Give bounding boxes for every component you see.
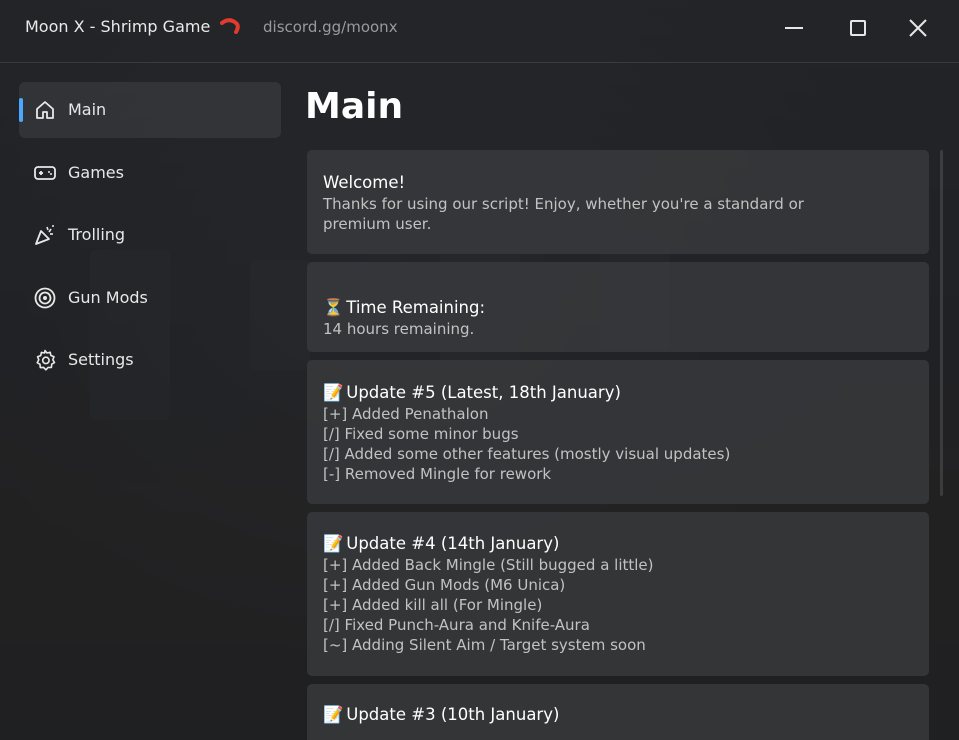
card-line: [+] Added Back Mingle (Still bugged a li…: [323, 556, 654, 574]
title-bar[interactable]: Moon X - Shrimp Game discord.gg/moonx: [0, 0, 959, 58]
sidebar-item-games[interactable]: Games: [19, 145, 281, 201]
card-line: [/] Added some other features (mostly vi…: [323, 445, 731, 463]
welcome-card: Welcome! Thanks for using our script! En…: [307, 150, 929, 254]
card-line: 14 hours remaining.: [323, 320, 475, 338]
update-card: 📝 Update #3 (10th January): [307, 684, 929, 740]
card-line: Thanks for using our script! Enjoy, whet…: [323, 195, 804, 213]
card-title-text: Update #4 (14th January): [346, 534, 560, 553]
window-title: Moon X - Shrimp Game: [25, 17, 240, 36]
sidebar-item-label: Gun Mods: [68, 287, 148, 307]
card-line: [-] Removed Mingle for rework: [323, 465, 552, 483]
gamepad-icon: [33, 161, 57, 185]
shrimp-icon: [214, 17, 240, 36]
card-title: 📝 Update #3 (10th January): [323, 704, 913, 726]
gear-icon: [33, 348, 57, 372]
discord-link[interactable]: discord.gg/moonx: [263, 18, 398, 36]
card-title: 📝 Update #4 (14th January): [323, 533, 913, 555]
card-line: [+] Added Penathalon: [323, 405, 489, 423]
party-popper-icon: [33, 223, 57, 247]
script-window: Moon X - Shrimp Game discord.gg/moonx Ma…: [0, 0, 959, 740]
minimize-icon: [785, 27, 803, 29]
content-scrollbar[interactable]: [940, 150, 943, 496]
update-card: 📝 Update #4 (14th January) [+] Added Bac…: [307, 512, 929, 676]
sidebar-item-trolling[interactable]: Trolling: [19, 207, 281, 263]
card-line: [+] Added kill all (For Mingle): [323, 596, 543, 614]
close-icon: [909, 19, 927, 37]
time-remaining-card: ⏳ Time Remaining: 14 hours remaining.: [307, 262, 929, 352]
sidebar-item-main[interactable]: Main: [19, 82, 281, 138]
sidebar-item-label: Settings: [68, 350, 134, 369]
card-title-text: Update #3 (10th January): [346, 705, 560, 724]
card-line: [/] Fixed Punch-Aura and Knife-Aura: [323, 616, 590, 634]
minimize-button[interactable]: [780, 14, 808, 42]
memo-icon: 📝: [323, 383, 344, 402]
page-title: Main: [305, 86, 404, 127]
memo-icon: 📝: [323, 534, 344, 553]
main-content[interactable]: Welcome! Thanks for using our script! En…: [307, 150, 929, 740]
card-line: [/] Fixed some minor bugs: [323, 425, 519, 443]
card-title: Welcome!: [323, 173, 406, 192]
sidebar: Main Games Trolling Gun Mods Settings: [19, 82, 283, 395]
card-line: [+] Added Gun Mods (M6 Unica): [323, 576, 566, 594]
hourglass-icon: ⏳: [323, 298, 344, 317]
memo-icon: 📝: [323, 705, 344, 724]
card-line: [~] Adding Silent Aim / Target system so…: [323, 636, 646, 654]
window-title-text: Moon X - Shrimp Game: [25, 17, 211, 36]
title-divider: [0, 62, 959, 63]
card-title-text: Time Remaining:: [346, 298, 486, 317]
home-icon: [33, 98, 57, 122]
card-title-text: Update #5 (Latest, 18th January): [346, 383, 621, 402]
update-card: 📝 Update #5 (Latest, 18th January) [+] A…: [307, 360, 929, 504]
card-line: premium user.: [323, 215, 432, 233]
sidebar-item-label: Trolling: [68, 225, 126, 244]
sidebar-item-settings[interactable]: Settings: [19, 332, 281, 388]
sidebar-item-label: Main: [68, 100, 107, 119]
close-button[interactable]: [904, 14, 932, 42]
target-icon: [33, 286, 57, 310]
card-title: ⏳ Time Remaining:: [323, 297, 913, 319]
active-indicator: [19, 98, 23, 122]
sidebar-item-label: Games: [68, 162, 124, 182]
sidebar-item-gun-mods[interactable]: Gun Mods: [19, 270, 281, 326]
maximize-icon: [850, 20, 866, 36]
card-title: 📝 Update #5 (Latest, 18th January): [323, 382, 913, 404]
maximize-button[interactable]: [844, 14, 872, 42]
